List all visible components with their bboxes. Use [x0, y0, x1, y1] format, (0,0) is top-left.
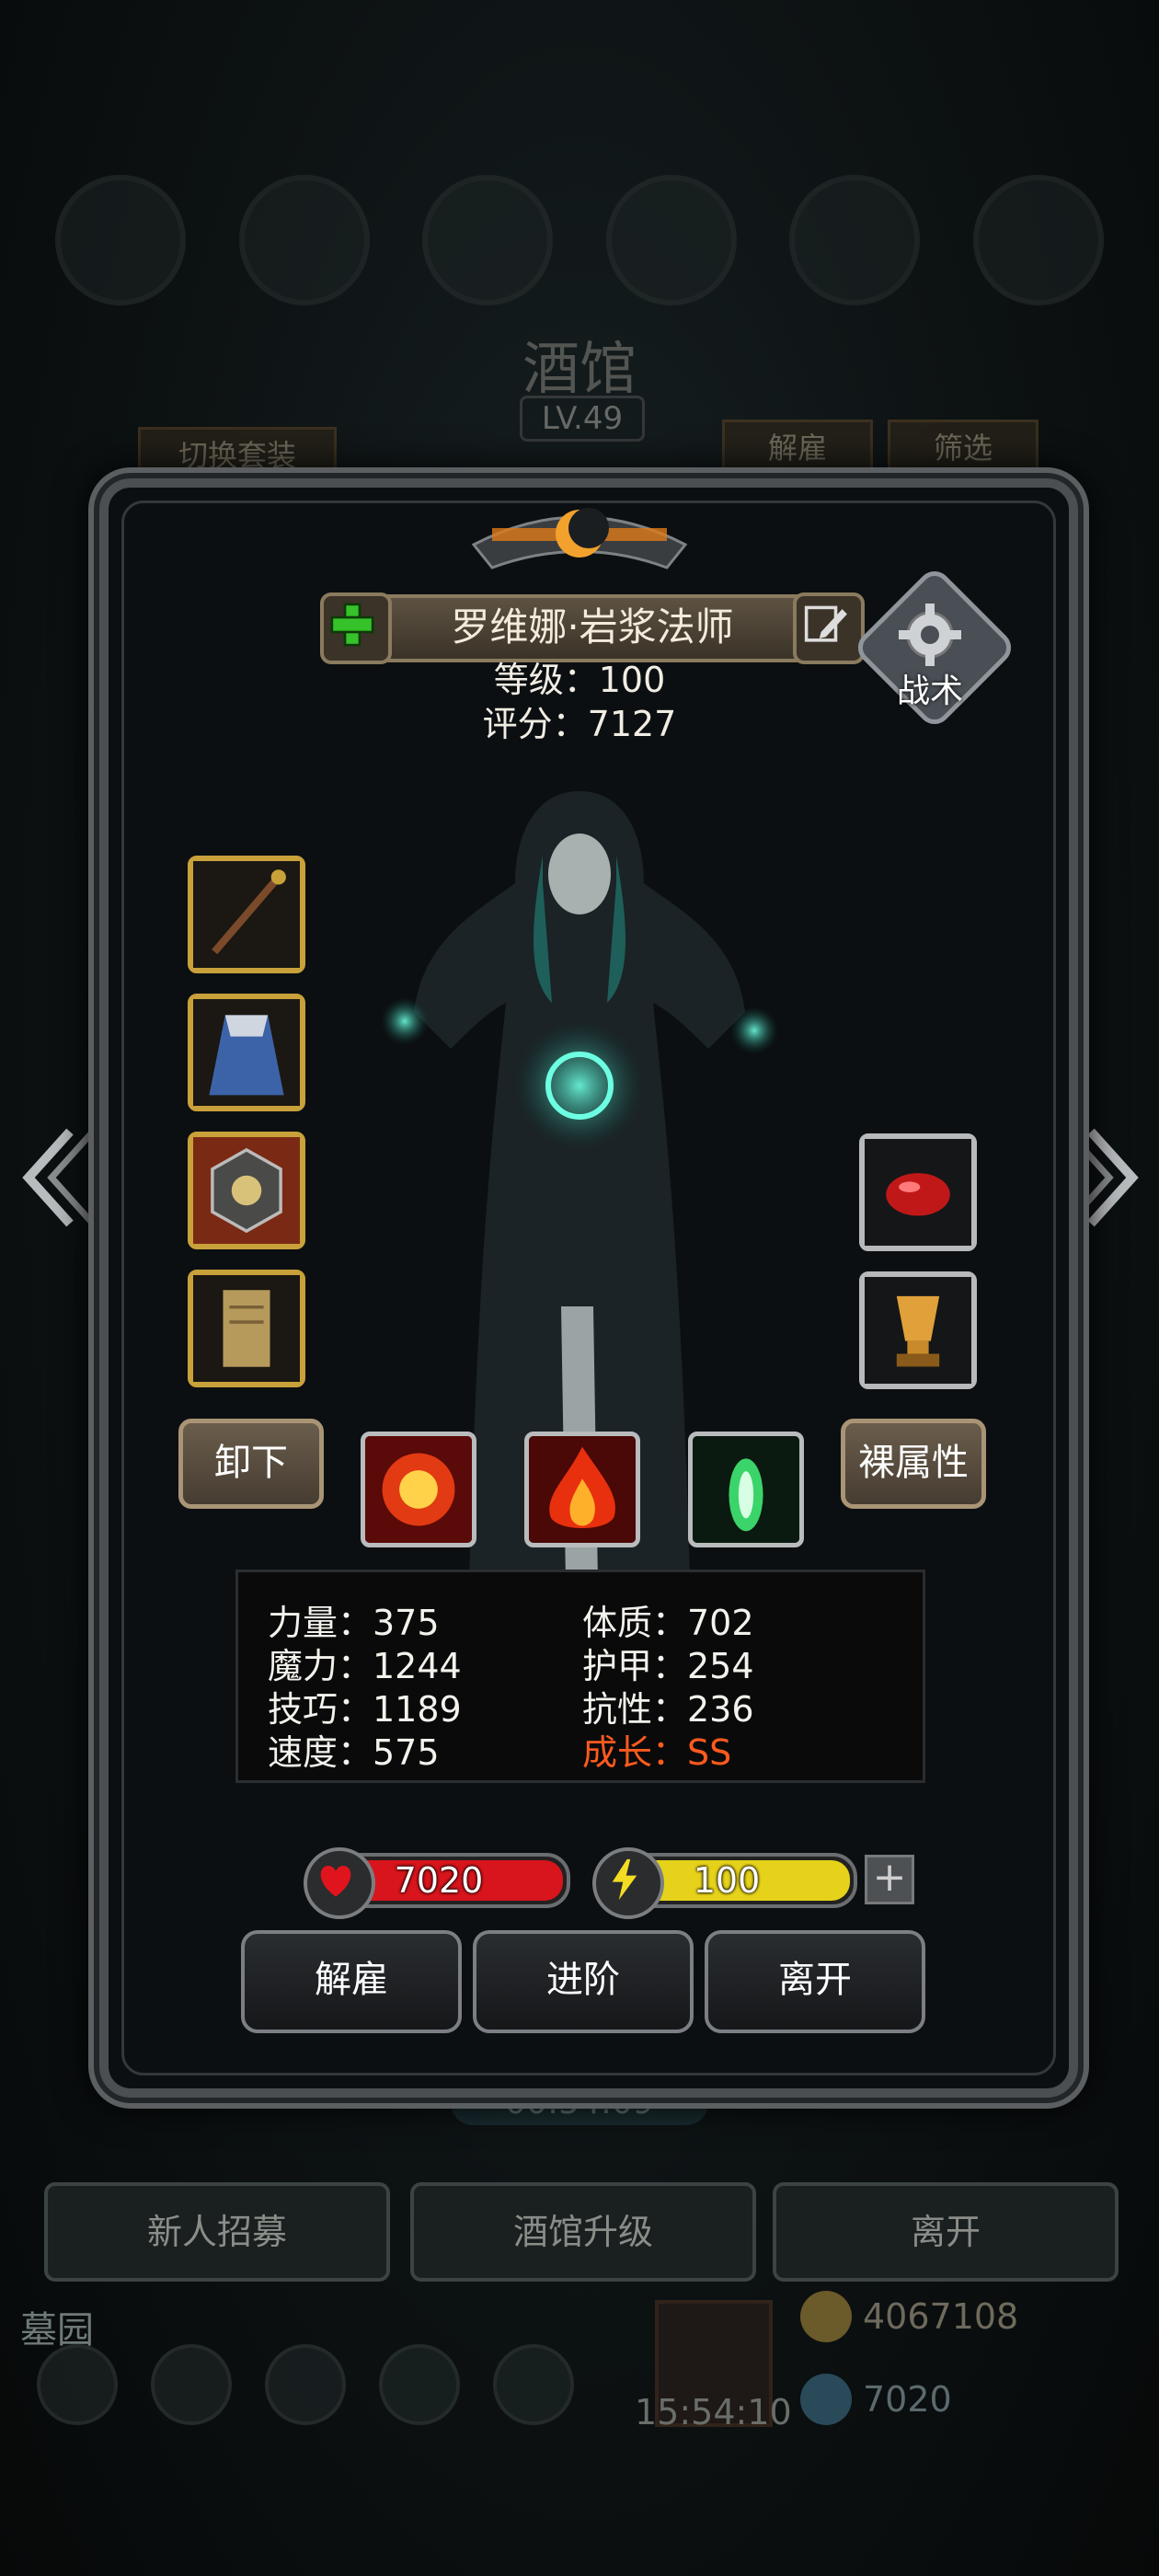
- hp-bar: 7020: [304, 1847, 570, 1919]
- menu-icon[interactable]: [789, 175, 921, 305]
- plus-icon: [330, 603, 374, 647]
- robe-icon: [193, 999, 300, 1106]
- tavern-title: 酒馆: [522, 335, 637, 402]
- nav-icon[interactable]: [37, 2344, 118, 2425]
- menu-icon[interactable]: [55, 175, 186, 305]
- weapon-slot[interactable]: [188, 856, 305, 973]
- trophy-slot[interactable]: [859, 1271, 977, 1389]
- add-energy-button[interactable]: +: [865, 1855, 914, 1904]
- tavern-level: LV.49: [520, 396, 645, 442]
- menu-icon[interactable]: [972, 175, 1104, 305]
- gold-amount: 4067108: [800, 2291, 1018, 2342]
- nav-icon[interactable]: [151, 2344, 232, 2425]
- bg-leave-button[interactable]: 离开: [773, 2182, 1119, 2282]
- stat-speed: 速度：575: [268, 1732, 440, 1773]
- skill-slot-1[interactable]: [361, 1432, 476, 1547]
- leave-button[interactable]: 离开: [705, 1930, 925, 2033]
- stats-panel: 力量：375 魔力：1244 技巧：1189 速度：575 体质：702 护甲：…: [235, 1570, 925, 1783]
- red-gem-icon: [865, 1139, 971, 1246]
- advance-button[interactable]: 进阶: [473, 1930, 694, 2033]
- skill-slot-2[interactable]: [524, 1432, 640, 1547]
- gem-icon: [800, 2374, 852, 2425]
- accessory-slot[interactable]: [188, 1132, 305, 1249]
- skill-slot-3[interactable]: [688, 1432, 804, 1547]
- nav-icon[interactable]: [265, 2344, 346, 2425]
- energy-bar: 100: [592, 1847, 857, 1919]
- gold-value: 4067108: [863, 2296, 1019, 2337]
- switch-outfit-button[interactable]: 切换套装: [138, 427, 337, 484]
- filter-button[interactable]: 筛选: [888, 420, 1039, 477]
- armor-slot[interactable]: [188, 994, 305, 1111]
- nav-icon[interactable]: [493, 2344, 574, 2425]
- menu-icon[interactable]: [238, 175, 370, 305]
- gear-icon: [899, 604, 961, 666]
- dismiss-button[interactable]: 解雇: [241, 1930, 462, 2033]
- nav-icon[interactable]: [379, 2344, 460, 2425]
- explosion-skill-icon: [365, 1436, 472, 1543]
- edit-icon: [804, 605, 847, 642]
- tavern-upgrade-button[interactable]: 酒馆升级: [410, 2182, 756, 2282]
- fire-skill-icon: [529, 1436, 636, 1543]
- background-top-icons: [55, 175, 1104, 305]
- bottom-nav: [37, 2344, 574, 2425]
- menu-icon[interactable]: [422, 175, 554, 305]
- prev-hero-arrow-icon[interactable]: [15, 1122, 98, 1233]
- item-slot[interactable]: [188, 1270, 305, 1387]
- gem-slot[interactable]: [859, 1133, 977, 1251]
- recruit-button[interactable]: 新人招募: [44, 2182, 390, 2282]
- moon-crest-icon: [471, 508, 688, 569]
- gold-coin-icon: [800, 2291, 852, 2342]
- base-attributes-button[interactable]: 裸属性: [841, 1419, 986, 1509]
- hero-score: 评分：7127: [482, 704, 677, 744]
- unequip-button[interactable]: 卸下: [178, 1419, 324, 1509]
- staff-icon: [193, 861, 300, 968]
- scroll-icon: [193, 1275, 300, 1382]
- lightning-icon: [592, 1847, 664, 1919]
- gem-amount: 7020: [800, 2374, 952, 2425]
- gift-timer: 15:54:10: [635, 2392, 792, 2432]
- menu-icon[interactable]: [605, 175, 737, 305]
- tactics-label[interactable]: 战术: [876, 664, 984, 712]
- trophy-icon: [865, 1277, 971, 1384]
- bg-dismiss-button[interactable]: 解雇: [722, 420, 873, 477]
- green-light-skill-icon: [693, 1436, 799, 1543]
- amulet-icon: [193, 1137, 300, 1244]
- stat-growth: 成长：SS: [582, 1732, 732, 1773]
- gem-value: 7020: [863, 2379, 952, 2420]
- heart-icon: [304, 1847, 375, 1919]
